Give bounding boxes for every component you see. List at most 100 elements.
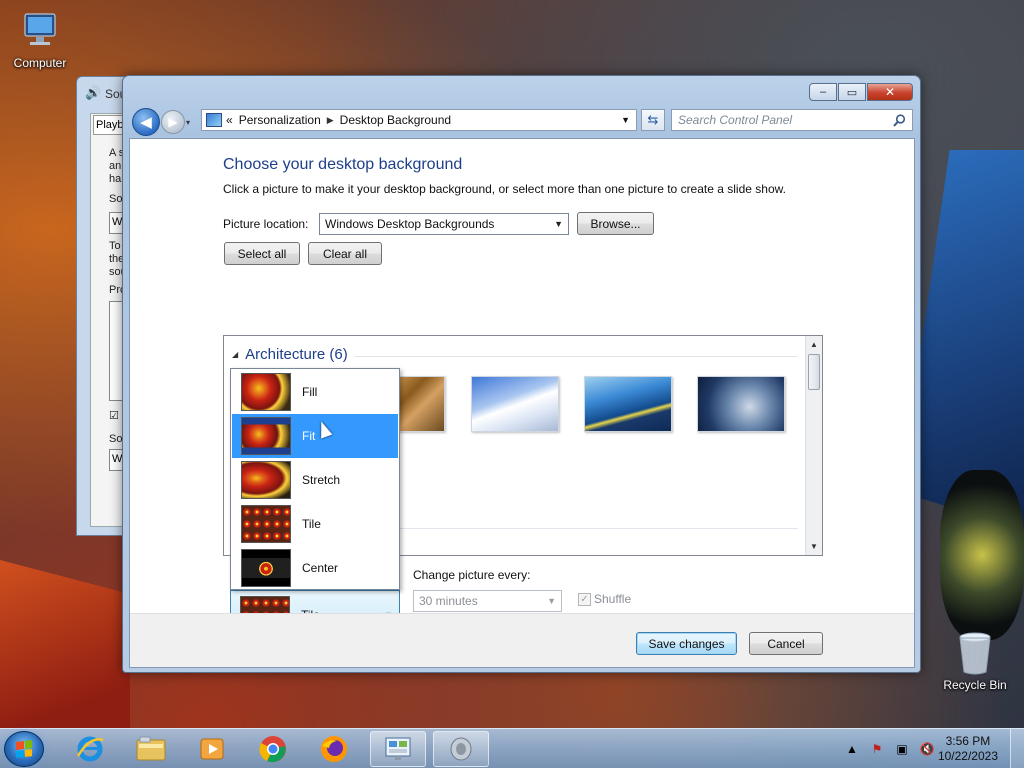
option-label: Center [302, 561, 339, 575]
recycle-bin-icon [959, 632, 991, 675]
computer-icon [24, 13, 56, 45]
save-changes-button[interactable]: Save changes [636, 632, 737, 655]
collapse-triangle-icon[interactable]: ◢ [232, 350, 238, 359]
scroll-up-icon[interactable]: ▲ [806, 336, 822, 353]
scroll-thumb[interactable] [808, 354, 820, 390]
center-preview-icon [241, 549, 291, 587]
position-option-center[interactable]: Center [232, 546, 398, 590]
desktop-background-window[interactable]: – ▭ ✕ ◀ ▶ ▾ « Personalization ▶ Desktop … [122, 75, 921, 673]
windows-logo-icon [16, 740, 32, 758]
option-label: Stretch [302, 473, 341, 487]
chevron-down-icon[interactable]: ▼ [621, 115, 630, 125]
speaker-icon: 🔊 [85, 85, 102, 100]
taskbar-firefox[interactable] [306, 731, 362, 767]
taskbar-sound[interactable] [433, 731, 489, 767]
media-player-icon [200, 738, 224, 760]
tile-preview-icon [241, 505, 291, 543]
scroll-down-icon[interactable]: ▼ [806, 538, 822, 555]
content-pane: Choose your desktop background Click a p… [129, 138, 915, 668]
show-hidden-icons-icon[interactable]: ▲ [844, 741, 860, 757]
cancel-button[interactable]: Cancel [749, 632, 823, 655]
arrow-left-icon: ◀ [140, 114, 152, 131]
interval-dropdown[interactable]: 30 minutes ▼ [413, 590, 562, 612]
architecture-photo-2[interactable] [471, 376, 559, 432]
option-label: Tile [302, 517, 321, 531]
arrow-right-icon: ▶ [168, 115, 178, 129]
picture-location-label: Picture location: [223, 217, 309, 231]
shuffle-label: Shuffle [594, 592, 632, 606]
show-desktop-button[interactable] [1010, 729, 1024, 768]
picture-location-value: Windows Desktop Backgrounds [325, 217, 495, 231]
checkmark-icon: ✓ [578, 593, 591, 607]
close-button[interactable]: ✕ [867, 83, 913, 101]
recent-pages-icon[interactable]: ▾ [186, 118, 190, 127]
clear-all-button[interactable]: Clear all [308, 242, 382, 265]
clock-date: 10/22/2023 [937, 749, 998, 763]
chevron-down-icon: ▼ [554, 219, 563, 229]
clock-time: 3:56 PM [945, 734, 991, 748]
chevron-down-icon: ▼ [547, 596, 556, 606]
control-panel-icon [206, 113, 222, 127]
search-input[interactable]: Search Control Panel [671, 109, 913, 131]
gallery-scrollbar[interactable]: ▲ ▼ [805, 336, 822, 555]
breadcrumb-personalization[interactable]: Personalization [239, 113, 321, 127]
speaker-icon [450, 737, 472, 761]
window-controls: – ▭ ✕ [809, 83, 913, 101]
group-title: Architecture (6) [245, 346, 348, 363]
refresh-icon: ⇆ [647, 112, 659, 127]
position-option-fit[interactable]: Fit [232, 414, 398, 458]
taskbar-file-explorer[interactable] [123, 731, 179, 767]
stretch-preview-icon [241, 461, 291, 499]
option-label: Fit [302, 429, 316, 443]
firefox-icon [321, 736, 347, 762]
position-option-tile[interactable]: Tile [232, 502, 398, 546]
start-button[interactable] [4, 731, 44, 767]
fill-preview-icon [241, 373, 291, 411]
change-picture-label: Change picture every: [413, 568, 531, 582]
picture-location-dropdown[interactable]: Windows Desktop Backgrounds ▼ [319, 213, 569, 235]
taskbar-media-player[interactable] [184, 731, 240, 767]
desktop-icon-label: Computer [13, 56, 67, 70]
back-button[interactable]: ◀ [132, 108, 160, 136]
option-label: Fill [302, 385, 318, 399]
architecture-photo-4[interactable] [697, 376, 785, 432]
select-all-button[interactable]: Select all [224, 242, 300, 265]
taskbar-control-panel[interactable] [370, 731, 426, 767]
maximize-button[interactable]: ▭ [838, 83, 866, 101]
search-placeholder: Search Control Panel [678, 113, 793, 127]
position-option-stretch[interactable]: Stretch [232, 458, 398, 502]
chrome-icon [259, 736, 286, 763]
breadcrumb-separator-icon[interactable]: ▶ [327, 115, 334, 126]
action-center-icon[interactable]: ⚑ [869, 741, 885, 757]
taskbar-internet-explorer[interactable] [62, 731, 118, 767]
browse-button[interactable]: Browse... [577, 212, 654, 235]
wallpaper-facet [0, 560, 130, 730]
taskbar-chrome[interactable] [245, 731, 301, 767]
internet-explorer-icon [76, 736, 104, 762]
group-header-architecture[interactable]: ◢ Architecture (6) [232, 346, 348, 363]
desktop-icon-computer[interactable]: Computer [2, 10, 78, 70]
desktop-icon-label: Recycle Bin [943, 678, 1007, 692]
clock[interactable]: 3:56 PM 10/22/2023 [938, 734, 998, 764]
architecture-photo-3[interactable] [584, 376, 672, 432]
page-description: Click a picture to make it your desktop … [223, 182, 786, 196]
group-divider [354, 356, 798, 357]
position-option-fill[interactable]: Fill [232, 370, 398, 414]
forward-button[interactable]: ▶ [161, 110, 185, 134]
refresh-button[interactable]: ⇆ [641, 109, 665, 131]
control-panel-icon [385, 737, 411, 760]
wallpaper-facet [940, 470, 1024, 640]
shuffle-checkbox[interactable]: ✓ Shuffle [578, 592, 632, 607]
picture-position-list[interactable]: Fill Fit Stretch Tile Center [230, 368, 400, 590]
breadcrumb-overflow[interactable]: « [226, 113, 233, 127]
page-title: Choose your desktop background [223, 156, 463, 173]
minimize-button[interactable]: – [809, 83, 837, 101]
address-bar[interactable]: « Personalization ▶ Desktop Background ▼ [201, 109, 637, 131]
fit-preview-icon [241, 417, 291, 455]
volume-muted-icon[interactable]: 🔇 [919, 741, 935, 757]
network-icon[interactable]: ▣ [894, 741, 910, 757]
search-icon[interactable] [893, 113, 906, 127]
interval-value: 30 minutes [419, 594, 478, 608]
desktop-icon-recycle-bin[interactable]: Recycle Bin [937, 630, 1013, 692]
breadcrumb-desktop-background[interactable]: Desktop Background [340, 113, 451, 127]
